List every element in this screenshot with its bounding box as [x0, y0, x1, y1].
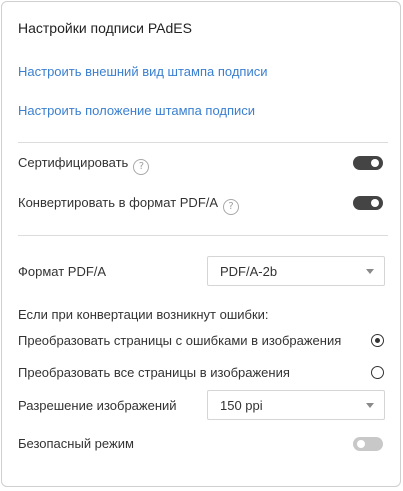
image-resolution-select[interactable]: 150 ppi [207, 390, 385, 420]
safe-mode-label: Безопасный режим [18, 436, 134, 451]
pades-settings-panel: Настройки подписи PAdES Настроить внешни… [1, 1, 401, 487]
radio-option-label[interactable]: Преобразовать страницы с ошибками в изоб… [18, 333, 341, 348]
chevron-down-icon [366, 269, 374, 274]
divider [18, 235, 388, 236]
errors-heading: Если при конвертации возникнут ошибки: [18, 307, 269, 322]
radio-option-label[interactable]: Преобразовать все страницы в изображения [18, 365, 290, 380]
pdfa-format-value: PDF/A-2b [220, 264, 278, 279]
configure-stamp-appearance-link[interactable]: Настроить внешний вид штампа подписи [18, 64, 267, 79]
convert-pdfa-toggle[interactable] [353, 196, 383, 210]
image-resolution-label: Разрешение изображений [18, 398, 177, 413]
radio-selected-dot [374, 337, 380, 343]
pdfa-format-label: Формат PDF/A [18, 264, 107, 279]
toggle-knob [371, 199, 379, 207]
help-icon[interactable]: ? [133, 159, 150, 175]
convert-pdfa-label: Конвертировать в формат PDF/A [18, 195, 219, 210]
toggle-knob [371, 159, 379, 167]
radio-all-pages-to-images[interactable] [371, 366, 384, 379]
certify-label: Сертифицировать [18, 155, 129, 170]
certify-row: Сертифицировать? [18, 155, 150, 175]
help-icon[interactable]: ? [223, 199, 240, 215]
safe-mode-toggle[interactable] [353, 437, 383, 451]
convert-pdfa-row: Конвертировать в формат PDF/A? [18, 195, 240, 215]
image-resolution-value: 150 ppi [220, 398, 263, 413]
configure-stamp-position-link[interactable]: Настроить положение штампа подписи [18, 103, 255, 118]
radio-error-pages-to-images[interactable] [371, 334, 384, 347]
divider [18, 142, 388, 143]
panel-title: Настройки подписи PAdES [18, 20, 192, 36]
pdfa-format-select[interactable]: PDF/A-2b [207, 256, 385, 286]
chevron-down-icon [366, 403, 374, 408]
toggle-knob [357, 440, 365, 448]
certify-toggle[interactable] [353, 156, 383, 170]
